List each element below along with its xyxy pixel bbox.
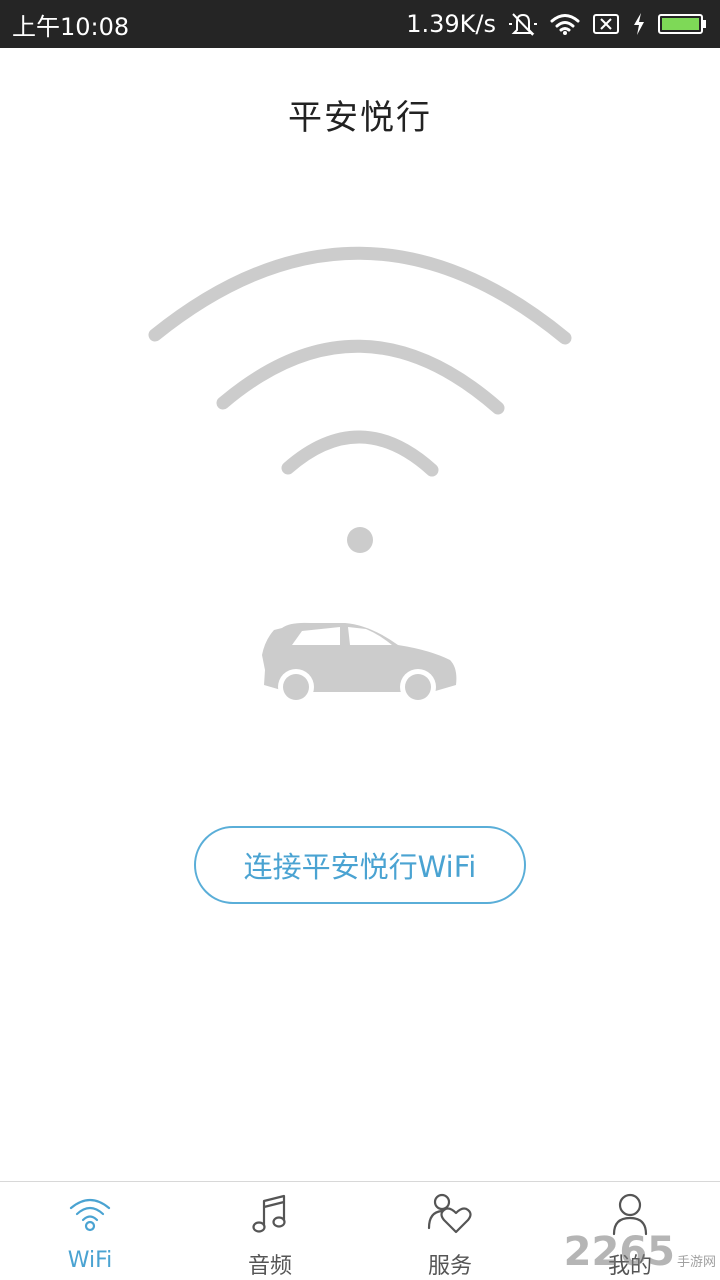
wifi-arcs-icon <box>148 246 572 705</box>
connect-wifi-button[interactable]: 连接平安悦行WiFi <box>194 826 526 904</box>
tab-service-label: 服务 <box>427 1254 472 1279</box>
tab-service[interactable]: 服务 <box>360 1182 540 1280</box>
music-note-icon <box>246 1190 294 1238</box>
car-icon <box>262 622 457 705</box>
tab-mine-label: 我的 <box>607 1254 652 1279</box>
status-bar: 上午10:08 1.39K/s <box>0 0 720 48</box>
status-time: 上午10:08 <box>12 12 130 41</box>
charging-icon <box>632 12 646 36</box>
connect-wifi-label: 连接平安悦行WiFi <box>243 850 477 884</box>
mute-icon <box>508 10 538 38</box>
tab-audio[interactable]: 音频 <box>180 1182 360 1280</box>
tab-wifi-label: WiFi <box>67 1248 113 1273</box>
tab-audio-label: 音频 <box>247 1254 292 1279</box>
tab-wifi[interactable]: WiFi <box>0 1182 180 1280</box>
sim-off-icon <box>592 13 620 35</box>
service-heart-icon <box>426 1190 474 1238</box>
page-title: 平安悦行 <box>288 98 432 138</box>
tab-mine[interactable]: 我的 <box>540 1182 720 1280</box>
wifi-signal-icon <box>550 12 580 36</box>
network-speed: 1.39K/s <box>406 10 496 38</box>
status-right: 1.39K/s <box>406 10 708 38</box>
wifi-icon <box>66 1190 114 1238</box>
hero-illustration <box>140 230 580 710</box>
battery-icon <box>658 12 708 36</box>
bottom-nav: WiFi 音频 服务 我的 <box>0 1181 720 1280</box>
user-icon <box>606 1190 654 1238</box>
